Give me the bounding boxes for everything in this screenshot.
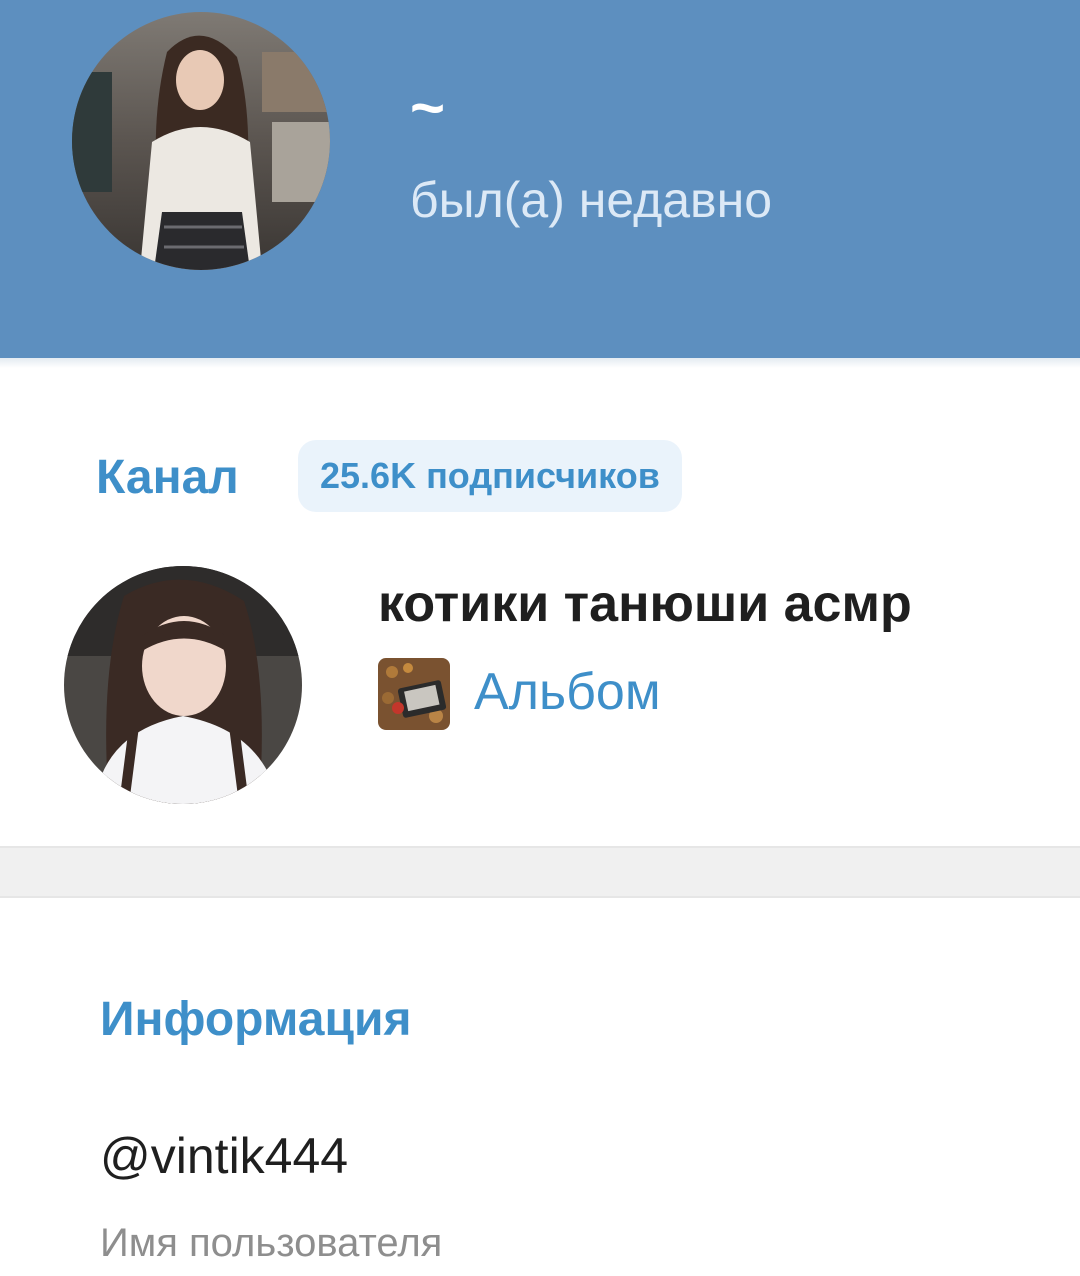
last-seen-status: был(а) недавно	[410, 172, 773, 228]
channel-heading: Канал	[96, 451, 239, 504]
subscribers-badge: 25.6K подписчиков	[298, 440, 682, 512]
personal-channel-section[interactable]: Канал 25.6K подписчиков котики танюши ас…	[0, 368, 1080, 846]
album-thumbnail-icon	[378, 658, 450, 730]
profile-header: ~ был(а) недавно	[0, 0, 1080, 358]
username-caption: Имя пользователя	[100, 1221, 443, 1265]
channel-avatar[interactable]	[64, 566, 302, 804]
username-value[interactable]: @vintik444	[100, 1126, 348, 1186]
album-label: Альбом	[474, 663, 661, 721]
section-divider	[0, 846, 1080, 898]
info-heading: Информация	[100, 993, 412, 1046]
header-shadow	[0, 358, 1080, 368]
profile-name: ~	[410, 74, 446, 141]
channel-title: котики танюши асмр	[378, 575, 912, 633]
profile-avatar[interactable]	[72, 12, 330, 270]
info-section: Информация @vintik444 Имя пользователя	[0, 898, 1080, 1276]
